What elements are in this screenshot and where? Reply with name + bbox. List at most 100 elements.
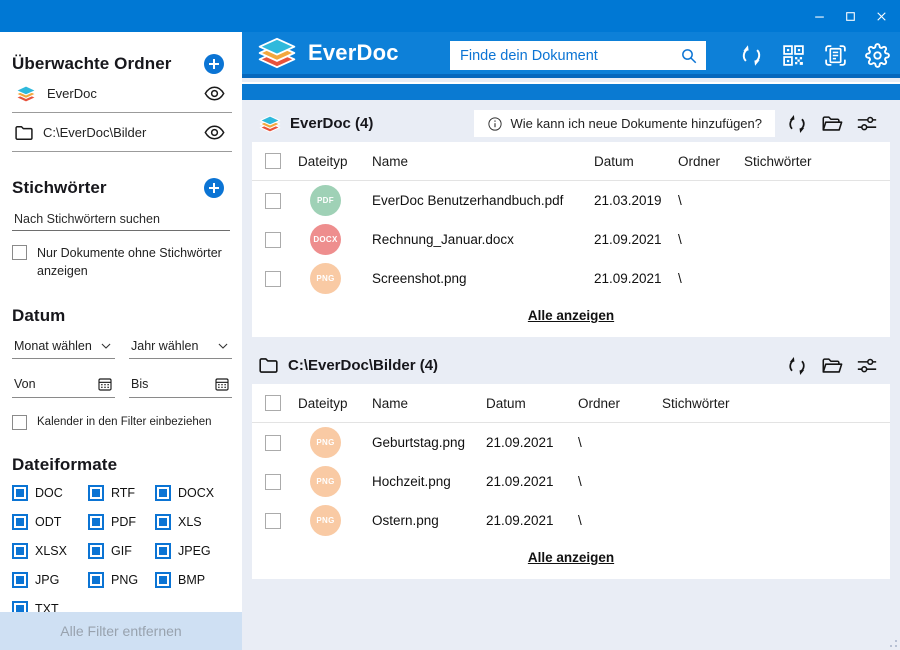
row-checkbox[interactable]: [265, 473, 281, 490]
minimize-icon: [814, 16, 824, 18]
date-from-label: Von: [14, 377, 36, 392]
open-folder-button[interactable]: [821, 113, 843, 135]
table-row[interactable]: PNG Hochzeit.png 21.09.2021 \: [252, 462, 890, 501]
format-checkbox-rtf[interactable]: RTF: [88, 484, 155, 501]
add-folder-button[interactable]: [204, 54, 224, 74]
document-folder: \: [578, 474, 582, 489]
document-date: 21.09.2021: [594, 271, 662, 286]
keyword-search-input[interactable]: [12, 208, 230, 231]
format-checkbox-gif[interactable]: GIF: [88, 542, 155, 559]
only-without-keywords-label: Nur Dokumente ohne Stichwörter anzeigen: [37, 246, 222, 279]
row-checkbox[interactable]: [265, 512, 281, 529]
header-strip: [242, 84, 900, 100]
calendar-icon[interactable]: [214, 376, 230, 392]
calendar-icon[interactable]: [97, 376, 113, 392]
filetype-badge: DOCX: [310, 224, 341, 255]
section-title: C:\EverDoc\Bilder (4): [288, 357, 439, 374]
only-without-keywords-checkbox[interactable]: [12, 245, 27, 260]
checkbox-checked[interactable]: [12, 571, 28, 588]
include-calendar-checkbox-row[interactable]: Kalender in den Filter einbeziehen: [12, 414, 232, 431]
checkbox-checked[interactable]: [12, 484, 28, 501]
row-checkbox[interactable]: [265, 270, 281, 287]
checkbox-checked[interactable]: [155, 513, 171, 530]
format-checkbox-odt[interactable]: ODT: [12, 513, 88, 530]
filter-sliders-button[interactable]: [856, 355, 878, 377]
format-checkbox-xlsx[interactable]: XLSX: [12, 542, 88, 559]
date-from-field[interactable]: Von: [12, 373, 115, 399]
show-all-link[interactable]: Alle anzeigen: [528, 308, 614, 323]
table-header-row: Dateityp Name Datum Ordner Stichwörter: [252, 384, 890, 423]
row-checkbox[interactable]: [265, 434, 281, 451]
table-row[interactable]: PNG Ostern.png 21.09.2021 \: [252, 501, 890, 540]
sync-button[interactable]: [739, 43, 764, 68]
month-select[interactable]: Monat wählen: [12, 336, 115, 360]
document-folder: \: [678, 193, 682, 208]
maximize-button[interactable]: [839, 5, 861, 27]
row-checkbox[interactable]: [265, 231, 281, 248]
checkbox-checked[interactable]: [88, 542, 104, 559]
sidebar-folder-everdoc[interactable]: EverDoc: [12, 74, 232, 113]
table-row[interactable]: PNG Screenshot.png 21.09.2021 \: [252, 259, 890, 298]
table-row[interactable]: PNG Geburtstag.png 21.09.2021 \: [252, 423, 890, 462]
table-row[interactable]: DOCX Rechnung_Januar.docx 21.09.2021 \: [252, 220, 890, 259]
help-banner-text: Wie kann ich neue Dokumente hinzufügen?: [510, 116, 763, 131]
document-search-input[interactable]: [450, 47, 680, 64]
checkbox-checked[interactable]: [155, 571, 171, 588]
checkbox-checked[interactable]: [12, 542, 28, 559]
settings-gear-button[interactable]: [865, 43, 890, 68]
everdoc-table: Dateityp Name Datum Ordner Stichwörter P…: [252, 142, 890, 337]
scan-document-button[interactable]: [823, 43, 848, 68]
everdoc-logo-icon: [14, 84, 38, 104]
format-checkbox-docx[interactable]: DOCX: [155, 484, 232, 501]
qr-code-button[interactable]: [781, 43, 806, 68]
sidebar-folder-bilder[interactable]: C:\EverDoc\Bilder: [12, 113, 232, 152]
year-select[interactable]: Jahr wählen: [129, 336, 232, 360]
checkbox-checked[interactable]: [88, 571, 104, 588]
date-to-field[interactable]: Bis: [129, 373, 232, 399]
select-all-checkbox[interactable]: [265, 395, 281, 411]
clear-all-filters-button[interactable]: Alle Filter entfernen: [0, 612, 242, 650]
table-row[interactable]: PDF EverDoc Benutzerhandbuch.pdf 21.03.2…: [252, 181, 890, 220]
refresh-folder-button[interactable]: [786, 113, 808, 135]
checkbox-checked[interactable]: [12, 513, 28, 530]
filetype-badge: PNG: [310, 263, 341, 294]
month-select-value: Monat wählen: [14, 339, 92, 354]
show-all-link[interactable]: Alle anzeigen: [528, 550, 614, 565]
file-format-grid: DOC RTF DOCX ODT PDF XLS XLSX GIF JPEG J…: [12, 484, 232, 617]
add-keyword-button[interactable]: [204, 178, 224, 198]
format-checkbox-xls[interactable]: XLS: [155, 513, 232, 530]
checkbox-checked[interactable]: [88, 484, 104, 501]
help-banner[interactable]: Wie kann ich neue Dokumente hinzufügen?: [473, 110, 775, 137]
include-calendar-checkbox[interactable]: [12, 415, 27, 431]
search-icon[interactable]: [680, 47, 698, 65]
checkbox-checked[interactable]: [155, 542, 171, 559]
eye-icon[interactable]: [204, 122, 225, 143]
refresh-folder-button[interactable]: [786, 355, 808, 377]
window-resize-grip[interactable]: [885, 635, 897, 647]
close-button[interactable]: [870, 5, 892, 27]
open-folder-button[interactable]: [821, 355, 843, 377]
folder-label: C:\EverDoc\Bilder: [43, 125, 147, 140]
checkbox-checked[interactable]: [88, 513, 104, 530]
column-header: Dateityp: [298, 395, 348, 411]
format-checkbox-bmp[interactable]: BMP: [155, 571, 232, 588]
column-header: Stichwörter: [744, 153, 812, 169]
format-checkbox-jpg[interactable]: JPG: [12, 571, 88, 588]
format-checkbox-pdf[interactable]: PDF: [88, 513, 155, 530]
format-checkbox-jpeg[interactable]: JPEG: [155, 542, 232, 559]
filetype-badge: PDF: [310, 185, 341, 216]
document-search-box[interactable]: [450, 41, 706, 70]
minimize-button[interactable]: [808, 5, 830, 27]
checkbox-checked[interactable]: [155, 484, 171, 501]
filter-sliders-button[interactable]: [856, 113, 878, 135]
format-checkbox-png[interactable]: PNG: [88, 571, 155, 588]
eye-icon[interactable]: [204, 83, 225, 104]
row-checkbox[interactable]: [265, 192, 281, 209]
table-header-row: Dateityp Name Datum Ordner Stichwörter: [252, 142, 890, 181]
document-folder: \: [578, 513, 582, 528]
filetype-badge: PNG: [310, 427, 341, 458]
only-without-keywords-checkbox-row[interactable]: Nur Dokumente ohne Stichwörter anzeigen: [12, 244, 232, 280]
format-checkbox-doc[interactable]: DOC: [12, 484, 88, 501]
info-icon: [487, 116, 503, 132]
select-all-checkbox[interactable]: [265, 153, 281, 169]
